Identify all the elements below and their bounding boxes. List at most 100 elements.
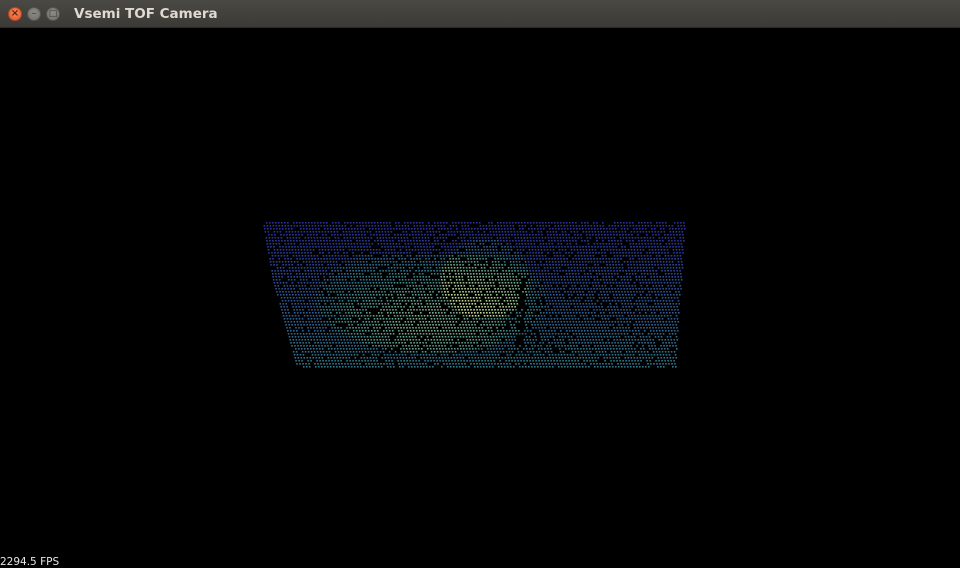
cloud-point <box>660 249 663 251</box>
cloud-point <box>543 282 546 284</box>
cloud-point <box>545 261 548 263</box>
cloud-point <box>612 345 614 347</box>
cloud-point <box>570 231 573 233</box>
cloud-point <box>541 285 544 287</box>
cloud-point <box>394 327 396 329</box>
cloud-point <box>516 249 519 251</box>
cloud-point <box>425 300 428 302</box>
cloud-point <box>504 336 507 338</box>
point-cloud-viewport[interactable]: 2294.5 FPS <box>0 28 960 568</box>
cloud-point <box>544 339 547 341</box>
cloud-point <box>612 231 615 233</box>
cloud-point <box>651 345 653 347</box>
cloud-point <box>541 273 544 275</box>
cloud-point <box>609 345 611 347</box>
cloud-point <box>605 330 607 332</box>
cloud-point <box>477 231 480 233</box>
cloud-point <box>493 273 496 275</box>
cloud-point <box>330 267 333 269</box>
cloud-point <box>662 225 665 227</box>
cloud-point <box>462 231 465 233</box>
cloud-point <box>581 261 584 263</box>
cloud-point <box>574 285 577 287</box>
cloud-point <box>525 345 527 347</box>
cloud-point <box>642 231 645 233</box>
cloud-point <box>377 333 380 335</box>
cloud-point <box>298 339 301 341</box>
cloud-point <box>532 294 534 296</box>
title-bar[interactable]: × – □ Vsemi TOF Camera <box>0 0 960 28</box>
cloud-point <box>329 333 332 335</box>
cloud-point <box>519 312 521 314</box>
cloud-point <box>495 345 497 347</box>
cloud-point <box>445 318 448 320</box>
cloud-point <box>456 267 459 269</box>
cloud-point <box>474 249 477 251</box>
cloud-point <box>392 276 394 278</box>
cloud-point <box>544 273 547 275</box>
cloud-point <box>451 327 453 329</box>
cloud-point <box>453 246 455 248</box>
cloud-point <box>364 318 367 320</box>
cloud-point <box>407 288 409 290</box>
cloud-point <box>579 267 582 269</box>
cloud-point <box>533 288 535 290</box>
cloud-point <box>607 297 610 299</box>
cloud-point <box>488 330 490 332</box>
cloud-point <box>481 237 484 239</box>
cloud-point <box>489 345 491 347</box>
cloud-point <box>620 279 623 281</box>
cloud-point <box>634 327 636 329</box>
cloud-point <box>602 300 605 302</box>
cloud-point <box>399 228 401 230</box>
cloud-point <box>449 276 451 278</box>
cloud-point <box>431 342 433 344</box>
cloud-point <box>437 240 439 242</box>
cloud-point <box>399 312 401 314</box>
cloud-point <box>418 294 420 296</box>
cloud-point <box>319 294 321 296</box>
cloud-point <box>544 255 547 257</box>
cloud-point <box>281 300 284 302</box>
cloud-point <box>512 276 514 278</box>
cloud-point <box>415 318 418 320</box>
cloud-point <box>662 222 664 224</box>
cloud-point <box>533 333 536 335</box>
cloud-point <box>641 258 643 260</box>
cloud-point <box>553 270 555 272</box>
cloud-point <box>609 228 611 230</box>
cloud-point <box>557 276 559 278</box>
cloud-point <box>640 273 643 275</box>
cloud-point <box>336 246 338 248</box>
cloud-point <box>361 285 364 287</box>
cloud-point <box>458 222 460 224</box>
cloud-point <box>455 342 457 344</box>
cloud-point <box>361 252 363 254</box>
cloud-point <box>677 279 680 281</box>
cloud-point <box>647 258 649 260</box>
cloud-point <box>329 225 332 227</box>
cloud-point <box>291 282 294 284</box>
cloud-point <box>600 345 602 347</box>
close-button[interactable]: × <box>8 7 22 21</box>
cloud-point <box>503 330 505 332</box>
cloud-point <box>498 282 501 284</box>
cloud-point <box>551 309 553 311</box>
cloud-point <box>476 288 478 290</box>
cloud-point <box>482 321 485 323</box>
cloud-point <box>346 252 348 254</box>
minimize-button[interactable]: – <box>27 7 41 21</box>
cloud-point <box>663 246 665 248</box>
cloud-point <box>563 300 566 302</box>
cloud-point <box>312 231 315 233</box>
cloud-point <box>549 282 552 284</box>
cloud-point <box>633 303 636 305</box>
cloud-point <box>563 333 566 335</box>
cloud-point <box>518 261 521 263</box>
cloud-point <box>585 246 587 248</box>
cloud-point <box>503 279 506 281</box>
cloud-point <box>554 258 556 260</box>
cloud-point <box>330 324 332 326</box>
cloud-point <box>625 273 628 275</box>
maximize-button[interactable]: □ <box>46 7 60 21</box>
